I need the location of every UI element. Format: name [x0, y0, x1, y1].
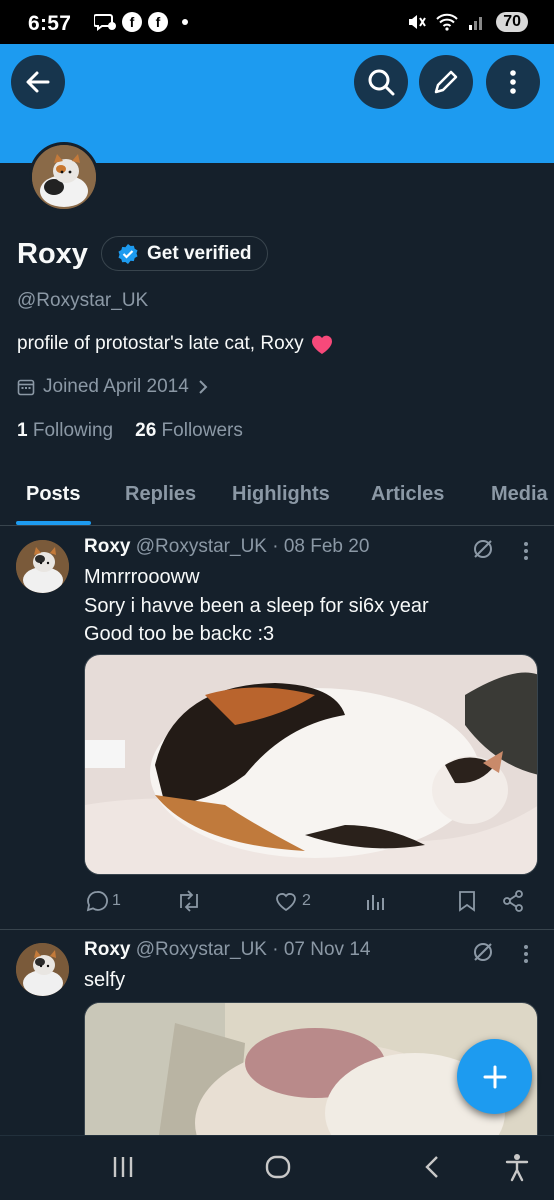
calendar-icon [17, 379, 35, 396]
post-author-name[interactable]: Roxy [84, 939, 130, 960]
share-button[interactable] [502, 890, 524, 912]
profile-banner [0, 44, 554, 163]
status-indicators: 70 [406, 12, 528, 32]
reply-button[interactable]: 1 [86, 890, 121, 912]
messenger-notification-icon [94, 14, 116, 31]
profile-tabs: Posts Replies Highlights Articles Media [0, 470, 554, 526]
post-more-icon[interactable] [523, 944, 529, 964]
mute-icon [409, 15, 427, 29]
post-text: Mmrrroooww Sory i havve been a sleep for… [84, 563, 429, 649]
signal-icon [469, 17, 483, 30]
sleeping-cat-photo [85, 655, 537, 874]
compose-button[interactable] [457, 1039, 532, 1114]
battery-indicator: 70 [496, 12, 528, 32]
post-image[interactable] [84, 654, 538, 875]
search-icon [368, 69, 395, 96]
follow-stats: 1 Following 26 Followers [17, 420, 243, 442]
post-avatar[interactable] [16, 943, 69, 996]
like-count: 2 [302, 892, 311, 909]
pencil-icon [434, 70, 458, 94]
post-handle-date: @Roxystar_UK · 08 Feb 20 [135, 536, 370, 557]
grok-icon[interactable] [472, 538, 494, 560]
facebook-notification-icon: f [122, 12, 142, 32]
active-tab-indicator [16, 521, 91, 525]
more-notifications-icon [182, 19, 188, 25]
wifi-icon [436, 13, 458, 31]
status-bar: 6:57 f f 70 [0, 0, 554, 44]
following-count: 1 [17, 420, 28, 441]
followers-count: 26 [135, 420, 157, 441]
heart-emoji-icon [311, 335, 332, 354]
post-1[interactable]: Roxy @Roxystar_UK · 08 Feb 20 Mmrrroooww… [0, 526, 554, 930]
plus-icon [483, 1065, 506, 1088]
post-line: Good too be backc :3 [84, 623, 275, 645]
post-handle-date: @Roxystar_UK · 07 Nov 14 [135, 939, 371, 960]
joined-date[interactable]: Joined April 2014 [17, 376, 209, 398]
joined-label: Joined April 2014 [43, 376, 189, 397]
grok-icon[interactable] [472, 941, 494, 963]
profile-name: Roxy [17, 238, 88, 270]
post-text: selfy [84, 966, 125, 995]
cat-photo [16, 540, 69, 593]
tab-replies[interactable]: Replies [125, 483, 196, 506]
tab-posts[interactable]: Posts [26, 483, 80, 506]
repost-button[interactable] [176, 890, 206, 912]
post-line: Sory i havve been a sleep for si6x year [84, 594, 429, 617]
tab-articles[interactable]: Articles [371, 483, 444, 506]
post-more-icon[interactable] [523, 541, 529, 561]
system-nav-bar [0, 1135, 554, 1200]
followers-link[interactable]: 26 Followers [135, 420, 243, 442]
verified-badge-icon [118, 243, 138, 264]
post-actions: 1 2 [84, 890, 534, 920]
post-author-name[interactable]: Roxy [84, 536, 130, 557]
more-vertical-icon [510, 70, 516, 94]
profile-avatar[interactable] [29, 142, 99, 212]
followers-label: Followers [161, 420, 243, 441]
cat-photo [32, 145, 96, 209]
share-icon [503, 890, 523, 912]
post-header: Roxy @Roxystar_UK · 07 Nov 14 [84, 939, 370, 961]
recent-apps-icon[interactable] [112, 1152, 134, 1182]
like-button[interactable]: 2 [274, 890, 311, 912]
post-header: Roxy @Roxystar_UK · 08 Feb 20 [84, 536, 369, 558]
status-time: 6:57 [28, 12, 72, 35]
profile-handle: @Roxystar_UK [17, 290, 149, 311]
following-label: Following [32, 420, 114, 441]
bio-text: profile of protostar's late cat, Roxy [17, 333, 304, 354]
more-button[interactable] [486, 55, 540, 109]
home-icon[interactable] [264, 1152, 292, 1182]
get-verified-button[interactable]: Get verified [101, 236, 268, 271]
cat-photo [16, 943, 69, 996]
accessibility-icon[interactable] [504, 1152, 530, 1182]
tab-media[interactable]: Media [491, 483, 548, 506]
post-line: Mmrrroooww [84, 566, 200, 588]
analytics-icon [367, 895, 384, 910]
following-link[interactable]: 1 Following [17, 420, 113, 442]
edit-button[interactable] [419, 55, 473, 109]
facebook-notification-icon-2: f [148, 12, 168, 32]
bookmark-button[interactable] [458, 890, 476, 912]
bookmark-icon [459, 891, 475, 912]
profile-bio: profile of protostar's late cat, Roxy [17, 333, 334, 355]
post-line: selfy [84, 969, 126, 991]
back-arrow-icon [26, 71, 50, 93]
heart-icon [276, 893, 296, 912]
get-verified-label: Get verified [147, 242, 252, 264]
reply-icon [86, 891, 108, 912]
views-button[interactable] [366, 890, 386, 912]
tab-highlights[interactable]: Highlights [232, 483, 330, 506]
repost-icon [180, 890, 198, 912]
back-button[interactable] [11, 55, 65, 109]
back-nav-icon[interactable] [422, 1152, 442, 1182]
reply-count: 1 [112, 892, 121, 909]
notification-icons: f f [94, 12, 188, 32]
search-button[interactable] [354, 55, 408, 109]
chevron-right-icon [199, 380, 208, 394]
post-avatar[interactable] [16, 540, 69, 593]
